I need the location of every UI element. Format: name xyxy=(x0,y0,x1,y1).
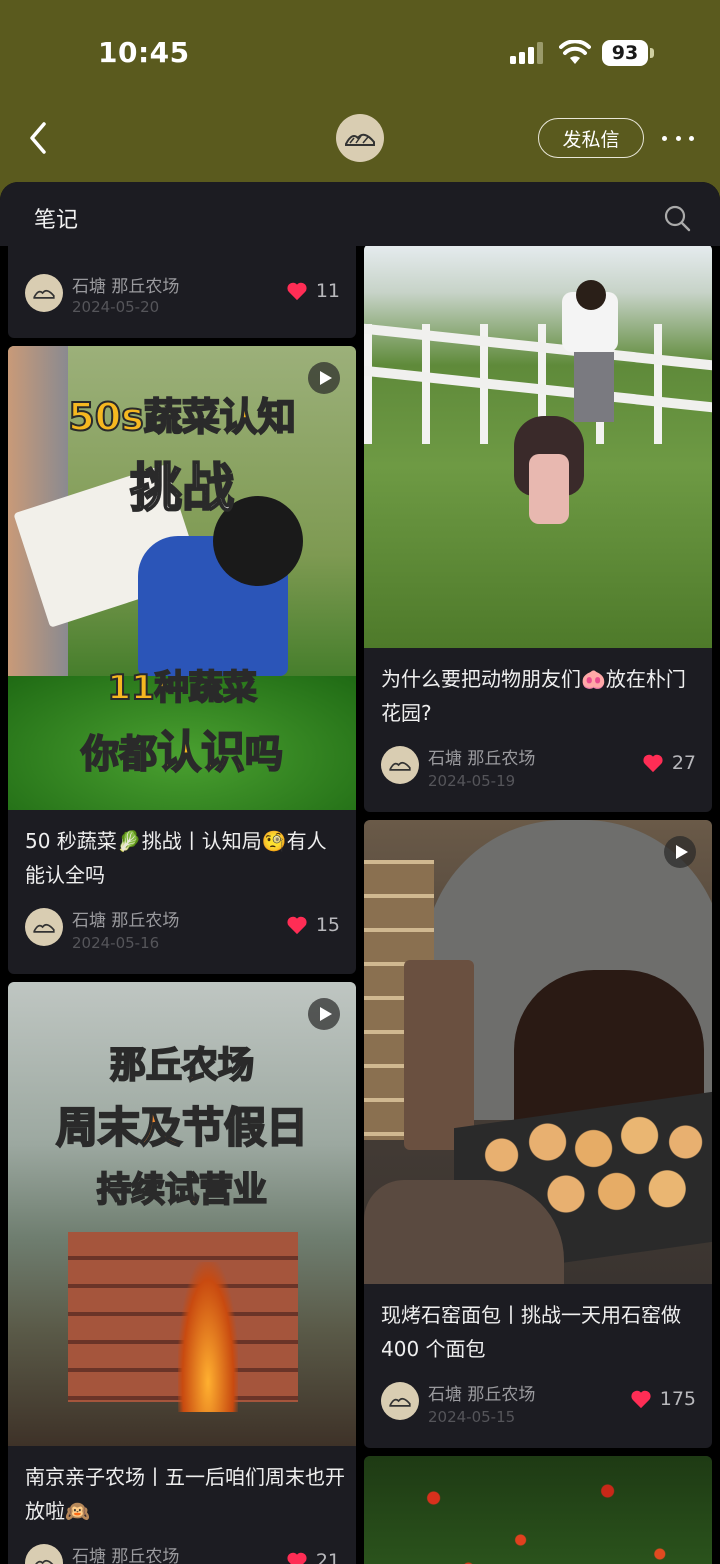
like-number: 11 xyxy=(315,280,340,302)
heart-icon xyxy=(631,1390,651,1409)
profile-avatar[interactable] xyxy=(336,114,384,162)
heart-icon xyxy=(287,916,307,935)
note-card[interactable]: 50s蔬菜认知 挑战 11种蔬菜 你都认识吗 50 秒蔬菜🥬挑战丨认知局🧐有人能… xyxy=(8,346,356,974)
heart-icon xyxy=(643,754,663,773)
author-avatar xyxy=(381,746,419,784)
note-thumbnail: 那丘农场 周末及节假日 持续试营业 xyxy=(8,982,356,1446)
like-count[interactable]: 175 xyxy=(630,1388,696,1410)
post-date: 2024-05-16 xyxy=(72,934,160,952)
post-date: 2024-05-20 xyxy=(72,298,160,316)
video-play-icon xyxy=(664,836,696,868)
author-name: 石塘 那丘农场 xyxy=(428,1385,536,1405)
like-count[interactable]: 27 xyxy=(642,752,696,774)
note-title: 现烤石窑面包丨挑战一天用石窑做 400 个面包 xyxy=(381,1303,681,1361)
note-thumbnail xyxy=(364,1456,712,1564)
search-icon[interactable] xyxy=(663,204,691,232)
overlay-text: 挑战 xyxy=(129,458,235,520)
post-date: 2024-05-15 xyxy=(428,1408,516,1426)
like-number: 21 xyxy=(315,1550,340,1564)
note-card[interactable]: 现烤石窑面包丨挑战一天用石窑做 400 个面包 石塘 那丘农场 2024-05-… xyxy=(364,820,712,1448)
notes-feed: 石塘 那丘农场 2024-05-20 11 50s蔬菜认知 挑战 11种蔬菜 你… xyxy=(0,246,720,1564)
video-play-icon xyxy=(308,362,340,394)
overlay-text: 那丘农场 xyxy=(109,1044,255,1087)
note-card[interactable] xyxy=(364,1456,712,1564)
battery-level: 93 xyxy=(602,40,648,66)
author-avatar xyxy=(25,908,63,946)
note-title: 50 秒蔬菜🥬挑战丨认知局🧐有人能认全吗 xyxy=(25,829,327,887)
note-thumbnail xyxy=(364,820,712,1284)
notes-header: 笔记 xyxy=(0,182,720,246)
overlay-text: 持续 xyxy=(96,1169,166,1211)
author-name: 石塘 那丘农场 xyxy=(72,277,180,297)
farm-logo-icon xyxy=(345,133,375,146)
more-options-icon[interactable] xyxy=(658,126,698,150)
video-play-icon xyxy=(308,998,340,1030)
like-number: 175 xyxy=(659,1388,696,1410)
status-time: 10:45 xyxy=(98,36,190,69)
note-card[interactable]: 为什么要把动物朋友们🐽放在朴门花园? 石塘 那丘农场 2024-05-19 27 xyxy=(364,246,712,812)
overlay-text: 50s蔬菜认知 xyxy=(67,394,297,440)
note-thumbnail: 50s蔬菜认知 挑战 11种蔬菜 你都认识吗 xyxy=(8,346,356,810)
post-date: 2024-05-19 xyxy=(428,772,516,790)
author-name: 石塘 那丘农场 xyxy=(428,749,536,769)
wifi-icon xyxy=(559,40,591,64)
like-count[interactable]: 11 xyxy=(286,280,340,302)
note-title: 为什么要把动物朋友们🐽放在朴门花园? xyxy=(381,667,686,725)
note-thumbnail xyxy=(364,246,712,648)
heart-icon xyxy=(287,282,307,301)
top-bar: 10:45 93 发私信 xyxy=(0,0,720,200)
notes-tab-title: 笔记 xyxy=(34,208,79,233)
note-card[interactable]: 那丘农场 周末及节假日 持续试营业 南京亲子农场丨五一后咱们周末也开放啦🙉 石塘… xyxy=(8,982,356,1564)
like-count[interactable]: 21 xyxy=(286,1550,340,1564)
battery-icon: 93 xyxy=(602,40,654,66)
overlay-text: 认识 xyxy=(156,726,246,779)
heart-icon xyxy=(287,1552,307,1564)
overlay-text: 周末及节假日 xyxy=(55,1102,309,1153)
overlay-text: 你都 xyxy=(80,731,158,777)
cellular-signal-icon xyxy=(510,42,543,64)
send-message-button[interactable]: 发私信 xyxy=(538,118,644,158)
author-avatar xyxy=(25,274,63,312)
author-avatar xyxy=(25,1544,63,1564)
overlay-text: 吗 xyxy=(244,731,284,777)
overlay-text: 11种蔬菜 xyxy=(106,667,257,709)
author-avatar xyxy=(381,1382,419,1420)
like-count[interactable]: 15 xyxy=(286,914,340,936)
notes-sheet: 笔记 石塘 那丘农场 2024-05-20 11 50s蔬菜认知 挑战 11种蔬… xyxy=(0,182,720,1564)
note-title: 南京亲子农场丨五一后咱们周末也开放啦🙉 xyxy=(25,1465,345,1523)
note-card[interactable]: 石塘 那丘农场 2024-05-20 11 xyxy=(8,246,356,338)
author-name: 石塘 那丘农场 xyxy=(72,911,180,931)
like-number: 27 xyxy=(671,752,696,774)
author-name: 石塘 那丘农场 xyxy=(72,1547,180,1564)
back-arrow-icon[interactable] xyxy=(22,118,58,158)
overlay-text: 试营业 xyxy=(164,1169,268,1211)
like-number: 15 xyxy=(315,914,340,936)
